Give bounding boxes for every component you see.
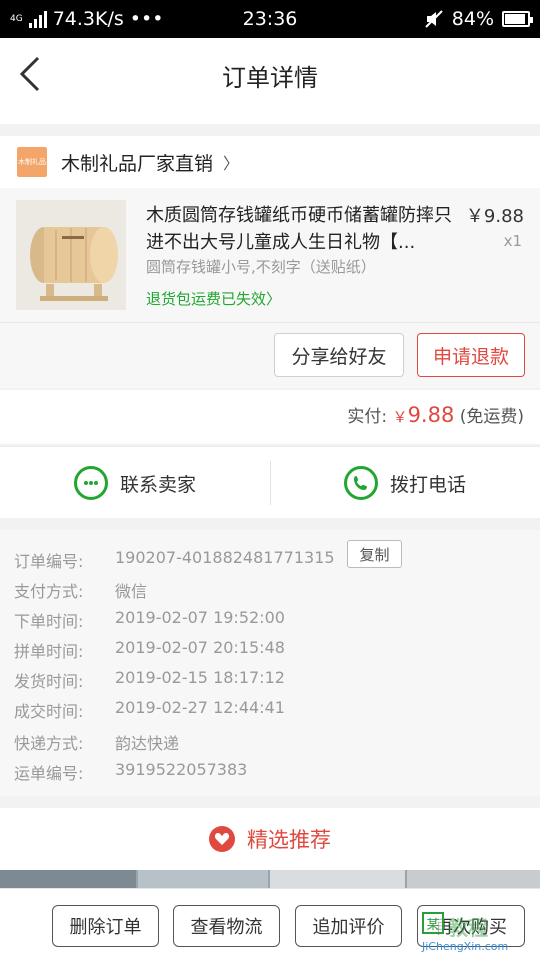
- add-review-button[interactable]: 追加评价: [295, 905, 402, 947]
- heart-icon: [209, 826, 235, 852]
- chat-icon: [73, 466, 108, 500]
- wooden-bank-image: [16, 200, 126, 310]
- paid-label: 实付:: [347, 407, 388, 427]
- recommend-header: 精选推荐: [0, 808, 540, 870]
- info-value: 韵达快递: [115, 734, 180, 753]
- phone-icon: [343, 466, 378, 500]
- mute-icon: [425, 10, 443, 28]
- battery-icon: [502, 11, 533, 27]
- shop-logo: 木制礼品: [17, 147, 47, 177]
- info-key: 拼单时间:: [14, 642, 84, 661]
- info-value: 3919522057383: [115, 760, 248, 779]
- product-preview-image: [138, 870, 268, 890]
- info-key: 支付方式:: [14, 582, 84, 601]
- info-value: 2019-02-07 19:52:00: [115, 608, 285, 627]
- battery-percent: 84%: [451, 8, 494, 30]
- shop-name[interactable]: 木制礼品厂家直销: [61, 149, 213, 176]
- shipping-note: (免运费): [459, 407, 524, 427]
- page-title: 订单详情: [222, 64, 318, 92]
- product-quantity: x1: [503, 232, 522, 250]
- product-title: 木质圆筒存钱罐纸币硬币储蓄罐防摔只进不出大号儿童成人生日礼物【...: [146, 205, 452, 253]
- product-spec: 圆筒存钱罐小号,不刻字（送贴纸）: [146, 258, 376, 276]
- info-value: 2019-02-15 18:17:12: [115, 668, 285, 687]
- info-value: 2019-02-27 12:44:41: [115, 698, 285, 717]
- copy-order-number-button[interactable]: 复制: [347, 540, 402, 568]
- call-label: 拨打电话: [389, 473, 466, 496]
- product-preview-image: [407, 870, 540, 890]
- shop-link[interactable]: 木制礼品 木制礼品厂家直销 〉: [0, 136, 540, 188]
- info-key: 成交时间:: [14, 702, 84, 721]
- order-item[interactable]: 木质圆筒存钱罐纸币硬币储蓄罐防摔只进不出大号儿童成人生日礼物【... ￥9.88…: [0, 188, 540, 322]
- recommend-title: 精选推荐: [247, 828, 331, 852]
- info-key: 发货时间:: [14, 672, 84, 691]
- share-button[interactable]: 分享给好友: [274, 333, 404, 377]
- contact-bar: 联系卖家 拨打电话: [0, 446, 540, 518]
- item-actions: 分享给好友 申请退款: [0, 322, 540, 388]
- paid-amount: 9.88: [407, 403, 455, 427]
- order-info: 订单编号: 190207-401882481771315 支付方式: 微信 下单时间…: [0, 530, 540, 796]
- chevron-right-icon: 〉: [223, 154, 240, 173]
- watermark-logo: 某 教程 JiChengXin.com: [422, 912, 534, 956]
- product-preview-image: [270, 870, 405, 890]
- status-bar: 4G 74.3K/s ••• 23:36 84%: [0, 0, 540, 38]
- currency-symbol: ￥: [392, 408, 408, 426]
- call-button[interactable]: 拨打电话: [270, 447, 540, 519]
- contact-seller-label: 联系卖家: [119, 473, 196, 496]
- info-value: 190207-401882481771315: [115, 548, 335, 567]
- info-value: 2019-02-07 20:15:48: [115, 638, 285, 657]
- info-key: 快递方式:: [14, 734, 84, 753]
- product-price: ￥9.88: [465, 206, 524, 227]
- watermark-mark: 某: [422, 912, 444, 934]
- info-key: 订单编号:: [14, 552, 84, 571]
- contact-seller-button[interactable]: 联系卖家: [0, 447, 270, 519]
- view-logistics-button[interactable]: 查看物流: [173, 905, 280, 947]
- payment-summary: 实付: ￥9.88 (免运费): [0, 390, 540, 444]
- delete-order-button[interactable]: 删除订单: [52, 905, 159, 947]
- info-key: 运单编号:: [14, 764, 84, 783]
- watermark-url: JiChengXin.com: [422, 940, 509, 953]
- return-shipping-notice[interactable]: 退货包运费已失效〉: [146, 288, 281, 309]
- recommended-products-preview[interactable]: [0, 870, 540, 890]
- info-key: 下单时间:: [14, 612, 84, 631]
- info-value: 微信: [115, 582, 148, 601]
- product-preview-image: [0, 870, 136, 890]
- app-header: 订单详情: [0, 38, 540, 124]
- refund-button[interactable]: 申请退款: [417, 333, 525, 377]
- watermark-text: 教程: [448, 916, 488, 940]
- product-thumbnail[interactable]: [16, 200, 126, 310]
